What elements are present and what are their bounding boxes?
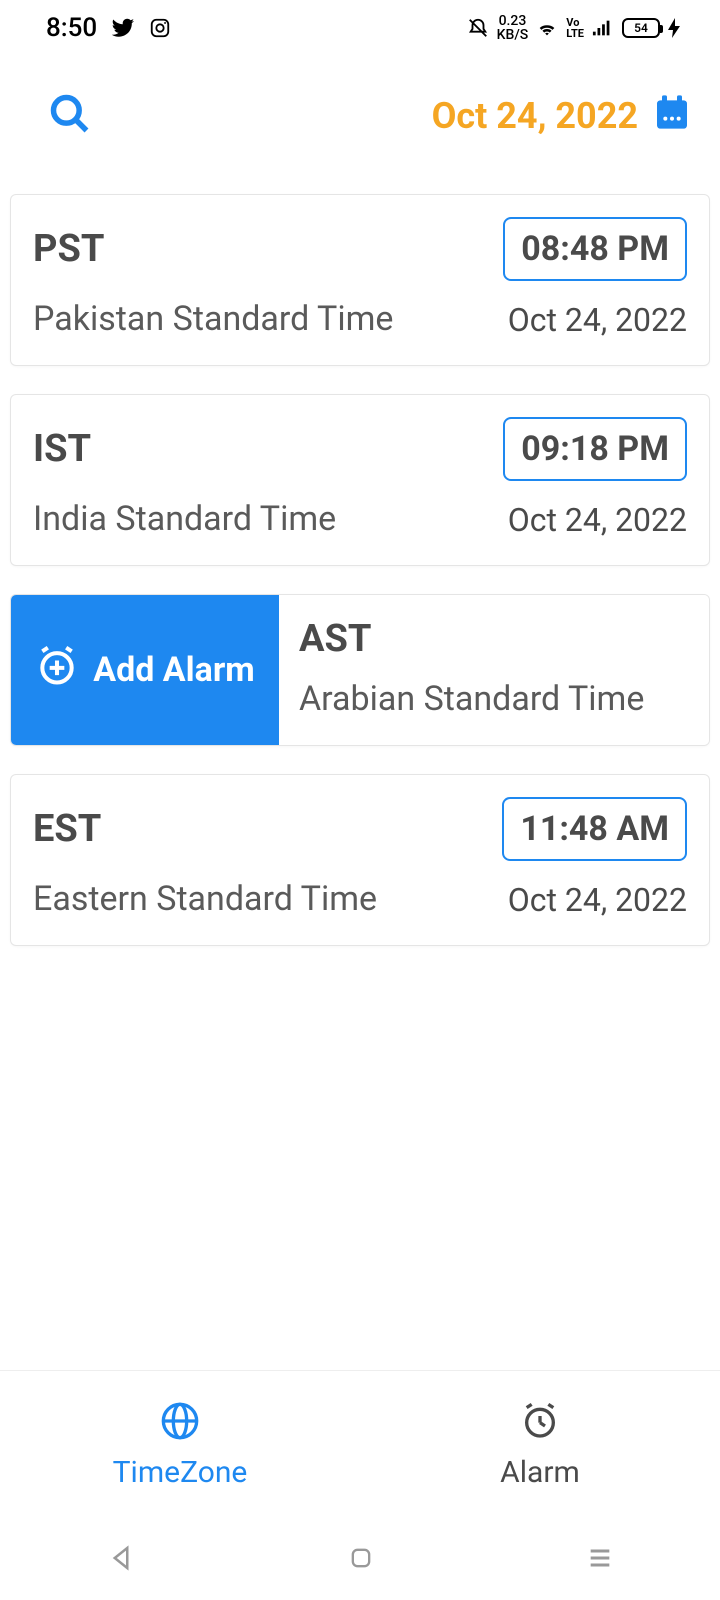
tz-fullname: India Standard Time (33, 499, 336, 539)
header-date-group: Oct 24, 2022 (432, 92, 692, 141)
globe-icon (160, 1401, 200, 1449)
volte-icon: VoLTE (566, 17, 584, 39)
status-time: 8:50 (46, 13, 97, 43)
search-button[interactable] (48, 92, 92, 140)
tz-abbr: IST (33, 427, 91, 471)
status-left: 8:50 (46, 13, 171, 43)
tz-date: Oct 24, 2022 (508, 501, 687, 539)
system-navbar (0, 1520, 720, 1600)
timezone-card[interactable]: IST 09:18 PM India Standard Time Oct 24,… (10, 394, 710, 566)
calendar-button[interactable] (652, 92, 692, 141)
tz-fullname: Eastern Standard Time (33, 879, 377, 919)
tz-date: Oct 24, 2022 (508, 301, 687, 339)
nav-recent-button[interactable] (586, 1544, 614, 1576)
app-header: Oct 24, 2022 (0, 56, 720, 176)
tab-alarm[interactable]: Alarm (360, 1371, 720, 1520)
bottom-tabs: TimeZone Alarm (0, 1370, 720, 1520)
mute-icon (467, 17, 489, 39)
tz-abbr: EST (33, 807, 101, 851)
tab-alarm-label: Alarm (500, 1455, 580, 1490)
add-alarm-button[interactable]: Add Alarm (11, 595, 279, 745)
timezone-card[interactable]: EST 11:48 AM Eastern Standard Time Oct 2… (10, 774, 710, 946)
tz-fullname: Arabian Standard Time (299, 679, 687, 719)
timezone-list: PST 08:48 PM Pakistan Standard Time Oct … (0, 194, 720, 1370)
wifi-icon (536, 17, 558, 39)
tz-time[interactable]: 11:48 AM (502, 797, 687, 861)
tab-timezone[interactable]: TimeZone (0, 1371, 360, 1520)
twitter-icon (111, 16, 135, 40)
nav-back-button[interactable] (106, 1543, 136, 1577)
alarm-icon (520, 1401, 560, 1449)
tab-timezone-label: TimeZone (113, 1455, 248, 1490)
tz-date: Oct 24, 2022 (508, 881, 687, 919)
tz-abbr: PST (33, 227, 104, 271)
alarm-plus-icon (35, 644, 79, 697)
tz-time[interactable]: 09:18 PM (503, 417, 687, 481)
signal-icon (592, 18, 614, 38)
header-date[interactable]: Oct 24, 2022 (432, 95, 638, 137)
nav-home-button[interactable] (347, 1544, 375, 1576)
status-bar: 8:50 0.23 KB/S VoLTE 54 (0, 0, 720, 56)
status-right: 0.23 KB/S VoLTE 54 (467, 14, 680, 42)
tz-time[interactable]: 08:48 PM (503, 217, 687, 281)
tz-fullname: Pakistan Standard Time (33, 299, 393, 339)
network-speed: 0.23 KB/S (497, 14, 529, 42)
timezone-card-swiped[interactable]: Add Alarm AST Arabian Standard Time (10, 594, 710, 746)
charging-icon (668, 18, 680, 38)
add-alarm-label: Add Alarm (93, 650, 255, 690)
instagram-icon (149, 17, 171, 39)
timezone-card[interactable]: PST 08:48 PM Pakistan Standard Time Oct … (10, 194, 710, 366)
battery-icon: 54 (622, 18, 660, 38)
tz-abbr: AST (299, 617, 687, 661)
